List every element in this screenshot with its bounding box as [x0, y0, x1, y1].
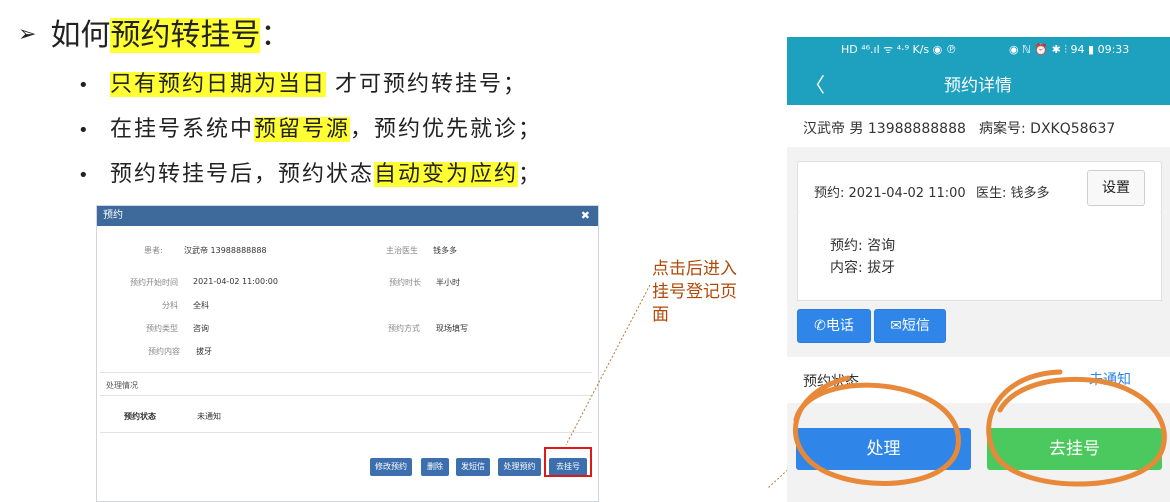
- register-circle: [986, 369, 1167, 487]
- hand-drawn-circles: [793, 369, 1167, 487]
- process-circle: [793, 375, 961, 486]
